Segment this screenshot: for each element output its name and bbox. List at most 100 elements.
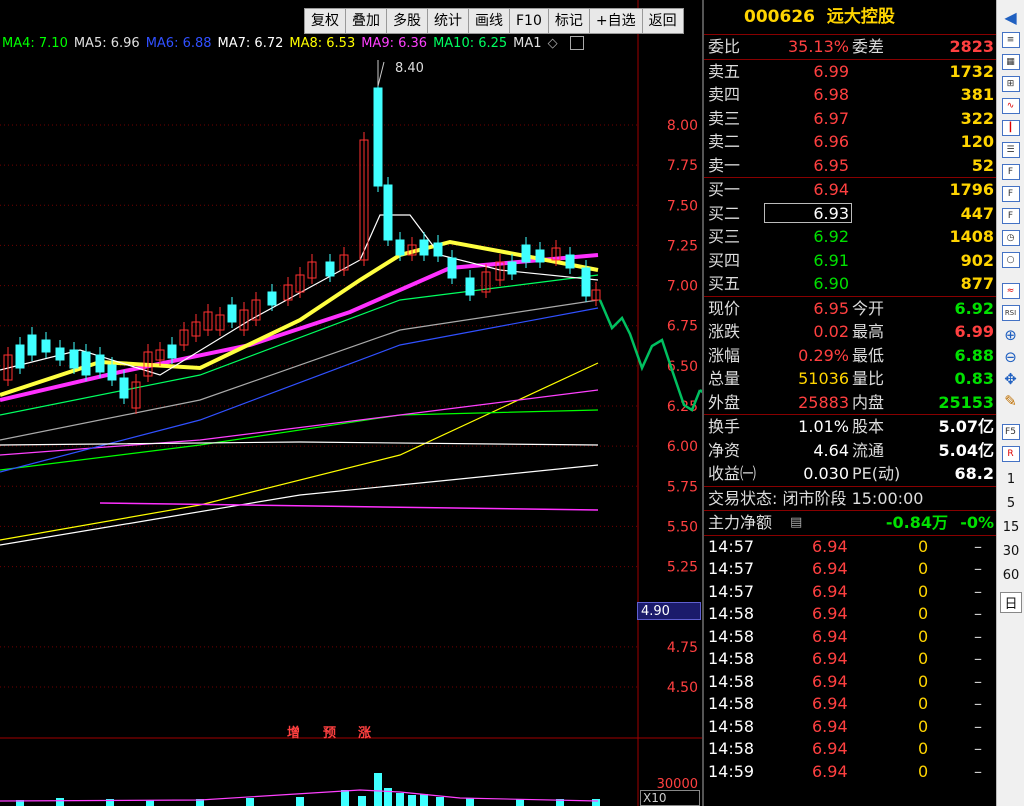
weibi-value: 35.13% bbox=[787, 37, 849, 56]
f10-button[interactable]: F10 bbox=[509, 8, 549, 34]
bid-row[interactable]: 买五 6.90 877 bbox=[704, 272, 996, 296]
rs-icon[interactable]: R bbox=[1000, 444, 1022, 463]
timeshare-chart-icon[interactable]: ∿ bbox=[1000, 96, 1022, 115]
back-arrow-icon[interactable]: ◀ bbox=[1000, 8, 1022, 27]
mark-button[interactable]: 标记 bbox=[547, 8, 590, 34]
back-button[interactable]: 返回 bbox=[641, 8, 684, 34]
circle-icon[interactable]: ○ bbox=[1000, 250, 1022, 269]
stat-value: 6.88 bbox=[954, 345, 994, 365]
add-favorite-button[interactable]: +自选 bbox=[588, 8, 643, 34]
stat-label: 最高 bbox=[852, 322, 885, 341]
ask-row[interactable]: 卖一 6.95 52 bbox=[704, 154, 996, 178]
ask-row[interactable]: 卖四 6.98 381 bbox=[704, 83, 996, 107]
detail-list-icon[interactable]: ☰ bbox=[1000, 140, 1022, 159]
volume-bar bbox=[341, 790, 349, 806]
stat-value: 4.64 bbox=[813, 440, 849, 460]
ask-row[interactable]: 卖二 6.96 120 bbox=[704, 130, 996, 154]
bid-row-selected[interactable]: 买二 6.93 447 bbox=[704, 202, 996, 226]
tick-volume: 0 bbox=[918, 716, 929, 736]
ask-row[interactable]: 卖五 6.99 1732 bbox=[704, 60, 996, 84]
ask-price: 6.99 bbox=[813, 61, 849, 81]
period-day[interactable]: 日 bbox=[1000, 592, 1022, 613]
kline-chart[interactable]: 8.00 7.75 7.50 7.25 7.00 6.75 6.50 6.25 6.00 5.75… bbox=[0, 0, 702, 806]
chart-f-icon[interactable]: F bbox=[1000, 184, 1022, 203]
statistics-button[interactable]: 统计 bbox=[427, 8, 469, 34]
bid-row[interactable]: 买三 6.92 1408 bbox=[704, 225, 996, 249]
bid-price: 6.92 bbox=[813, 227, 849, 246]
tick-direction: – bbox=[974, 626, 982, 646]
rsi-icon[interactable]: RSI bbox=[1000, 303, 1022, 322]
tick-row: 14:58 6.94 0 – bbox=[704, 648, 996, 671]
ma6-label: MA6: 6.88 bbox=[145, 36, 212, 51]
tick-list[interactable]: 14:57 6.94 0 – 14:57 6.94 0 – 14:57 6.94 0 – 14:5… bbox=[704, 536, 996, 784]
bid-row[interactable]: 买一 6.94 1796 bbox=[704, 178, 996, 202]
tick-row: 14:57 6.94 0 – bbox=[704, 581, 996, 604]
stock-name: 远大控股 bbox=[826, 7, 895, 27]
bid-price: 6.90 bbox=[813, 274, 849, 293]
period-1min[interactable]: 1 bbox=[997, 472, 1024, 487]
f5-icon[interactable]: F5 bbox=[1000, 422, 1022, 441]
period-5min[interactable]: 5 bbox=[997, 496, 1024, 511]
mark-yu[interactable]: 预 bbox=[323, 722, 336, 741]
stock-code: 000626 bbox=[744, 7, 815, 27]
grid-icon[interactable]: ⊞ bbox=[1000, 74, 1022, 93]
kline-icon[interactable]: ┃ bbox=[1000, 118, 1022, 137]
main-flow-icon[interactable]: ▤ bbox=[790, 511, 802, 535]
candle-body bbox=[167, 344, 177, 359]
tick-direction: – bbox=[974, 536, 982, 556]
ask-list: 卖五 6.99 1732 卖四 6.98 381 卖三 6.97 322 卖二 6.96 120… bbox=[704, 60, 996, 178]
bid-list: 买一 6.94 1796 买二 6.93 447 买三 6.92 1408 买四 6.91 90… bbox=[704, 178, 996, 296]
zoom-in-icon[interactable]: ⊕ bbox=[1000, 325, 1022, 344]
tick-price: 6.94 bbox=[812, 716, 848, 736]
period-15min[interactable]: 15 bbox=[997, 520, 1024, 535]
f12-icon[interactable]: F bbox=[1000, 206, 1022, 225]
fuquan-button[interactable]: 复权 bbox=[304, 8, 346, 34]
ma-line bbox=[0, 409, 599, 471]
pencil-icon[interactable]: ✎ bbox=[1000, 391, 1022, 410]
ma-line bbox=[0, 362, 599, 541]
main-flow-label: 主力净额 bbox=[708, 513, 773, 532]
table-icon[interactable]: ▦ bbox=[1000, 52, 1022, 71]
tick-direction: – bbox=[974, 581, 982, 601]
volume-bar bbox=[396, 793, 404, 806]
zoom-out-icon[interactable]: ⊖ bbox=[1000, 347, 1022, 366]
ask-volume: 52 bbox=[971, 155, 994, 175]
stat-value: 6.95 bbox=[813, 298, 849, 318]
mark-zhang[interactable]: 涨 bbox=[358, 722, 371, 741]
ask-row[interactable]: 卖三 6.97 322 bbox=[704, 107, 996, 131]
bid-row[interactable]: 买四 6.91 902 bbox=[704, 249, 996, 273]
y-tick-label: 7.00 bbox=[667, 279, 698, 295]
stock-header: 000626 远大控股 bbox=[704, 0, 996, 35]
ma-settings-icon[interactable]: ◇ bbox=[548, 36, 558, 54]
stat-value: 6.92 bbox=[954, 298, 994, 318]
draw-line-button[interactable]: 画线 bbox=[468, 8, 510, 34]
move-icon[interactable]: ✥ bbox=[1000, 369, 1022, 388]
period-60min[interactable]: 60 bbox=[997, 568, 1024, 583]
y-tick-label: 5.50 bbox=[667, 519, 698, 535]
candle-body bbox=[581, 267, 591, 297]
ma-window-icon[interactable] bbox=[569, 36, 584, 50]
quote-panel: 000626 远大控股 委比 35.13% 委差 2823 卖五 6.99 1732… bbox=[702, 0, 996, 806]
stat-row: 现价 6.95 今开 6.92 bbox=[704, 297, 996, 321]
mark-zeng[interactable]: 增 bbox=[287, 722, 300, 741]
main-flow-row[interactable]: 主力净额 ▤ -0.84万 -0% bbox=[704, 511, 996, 535]
tick-price: 6.94 bbox=[812, 739, 848, 758]
overlay-button[interactable]: 叠加 bbox=[345, 8, 387, 34]
tick-price: 6.94 bbox=[812, 671, 848, 691]
candle-body bbox=[325, 261, 335, 277]
wave-icon[interactable]: ≈ bbox=[1000, 281, 1022, 300]
bid-volume: 902 bbox=[960, 250, 994, 270]
stat-row: 换手 1.01% 股本 5.07亿 bbox=[704, 415, 996, 439]
candle-body bbox=[119, 377, 129, 399]
f10-icon[interactable]: F bbox=[1000, 162, 1022, 181]
chart-canvas[interactable]: 8.007.757.507.257.006.756.506.256.005.75… bbox=[0, 0, 702, 806]
tick-direction: – bbox=[974, 649, 982, 668]
period-30min[interactable]: 30 bbox=[997, 544, 1024, 559]
bid-volume: 1408 bbox=[949, 227, 994, 246]
list-icon[interactable]: ≡ bbox=[1000, 30, 1022, 49]
candle-body bbox=[107, 364, 117, 381]
multi-stock-button[interactable]: 多股 bbox=[386, 8, 428, 34]
tick-direction: – bbox=[974, 761, 982, 781]
clock-icon[interactable]: ◷ bbox=[1000, 228, 1022, 247]
tick-direction: – bbox=[974, 559, 982, 578]
